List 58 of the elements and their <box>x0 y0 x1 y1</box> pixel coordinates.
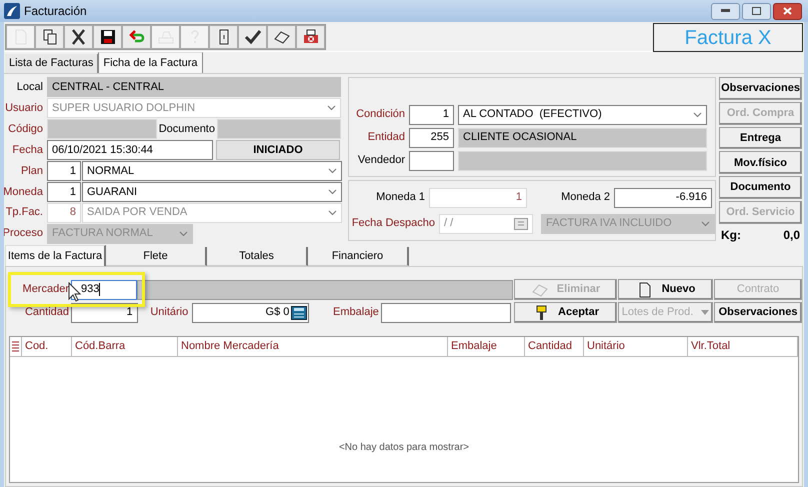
field-label: Unitário <box>150 305 188 320</box>
field-label: Plan <box>20 164 43 179</box>
input-field[interactable]: CENTRAL - CENTRAL <box>47 77 341 98</box>
input-field[interactable]: -6.916 <box>614 188 712 208</box>
window-title: Facturación <box>24 3 88 20</box>
field-label: Vendedor <box>358 153 405 168</box>
field-label: Cantidad <box>24 305 69 320</box>
code-field[interactable]: 255 <box>409 128 454 148</box>
field-label: Entidad <box>368 130 405 146</box>
field-label: Fecha Despacho <box>352 216 435 232</box>
tab[interactable]: Lista de Facturas <box>5 54 98 73</box>
dropdown[interactable]: NORMAL <box>82 160 342 181</box>
field-label: Documento <box>158 122 215 137</box>
weight-label: Kg: <box>721 226 741 244</box>
field-label: Moneda 2 <box>561 190 610 206</box>
column-header[interactable]: Cantidad <box>525 337 584 356</box>
field-label: Tp.Fac. <box>6 205 43 220</box>
weight-value: 0,0 <box>783 226 800 244</box>
empty-message: <No hay datos para mostrar> <box>338 441 470 455</box>
item-button[interactable]: Nuevo <box>618 279 713 300</box>
field-label: Local <box>16 80 43 96</box>
input-field[interactable]: 1 <box>429 188 527 208</box>
item-button[interactable]: Observaciones <box>714 302 802 323</box>
tab[interactable]: Ficha de la Factura <box>98 52 203 73</box>
logo: Factura X <box>653 23 803 52</box>
column-header[interactable]: Embalaje <box>448 337 525 356</box>
side-button[interactable]: Entrega <box>719 126 802 150</box>
tab[interactable]: Flete <box>106 247 207 266</box>
column-header[interactable]: Cod. <box>22 337 72 356</box>
side-button[interactable]: Documento <box>719 176 802 200</box>
price-field[interactable]: G$ 0 <box>192 302 310 322</box>
field-label: Código <box>8 122 43 137</box>
field-label: Proceso <box>4 226 43 242</box>
code-field[interactable]: 1 <box>47 182 81 202</box>
tab[interactable]: Financiero <box>308 247 409 266</box>
field-label: Fecha <box>12 142 43 158</box>
field-label: Usuario <box>5 101 43 116</box>
tab[interactable]: Items de la Factura <box>5 245 106 266</box>
field-label: Condición <box>356 107 405 122</box>
side-button[interactable]: Observaciones <box>719 77 802 100</box>
dropdown[interactable]: AL CONTADO (EFECTIVO) <box>458 104 707 124</box>
item-button[interactable]: Aceptar <box>514 302 617 323</box>
code-field[interactable]: 1 <box>47 160 81 181</box>
field-label: Moneda <box>4 184 43 200</box>
field-label: Mercader <box>22 282 69 298</box>
side-button[interactable]: Mov.físico <box>719 151 802 174</box>
tab[interactable]: Totales <box>207 247 308 266</box>
column-header[interactable]: Vlr.Total <box>688 337 798 356</box>
column-header[interactable]: Nombre Mercadería <box>178 337 448 356</box>
field-label: Embalaje <box>333 305 379 320</box>
column-header[interactable]: Cód.Barra <box>72 337 178 356</box>
code-field[interactable]: 1 <box>409 104 454 124</box>
dropdown[interactable]: GUARANI <box>82 182 342 202</box>
input-field[interactable]: 06/10/2021 15:30:44 <box>47 140 213 160</box>
column-header[interactable]: Unitário <box>584 337 688 356</box>
field-label: Moneda 1 <box>376 190 425 206</box>
status-display: INICIADO <box>216 140 340 160</box>
name-field[interactable]: CLIENTE OCASIONAL <box>458 128 707 148</box>
